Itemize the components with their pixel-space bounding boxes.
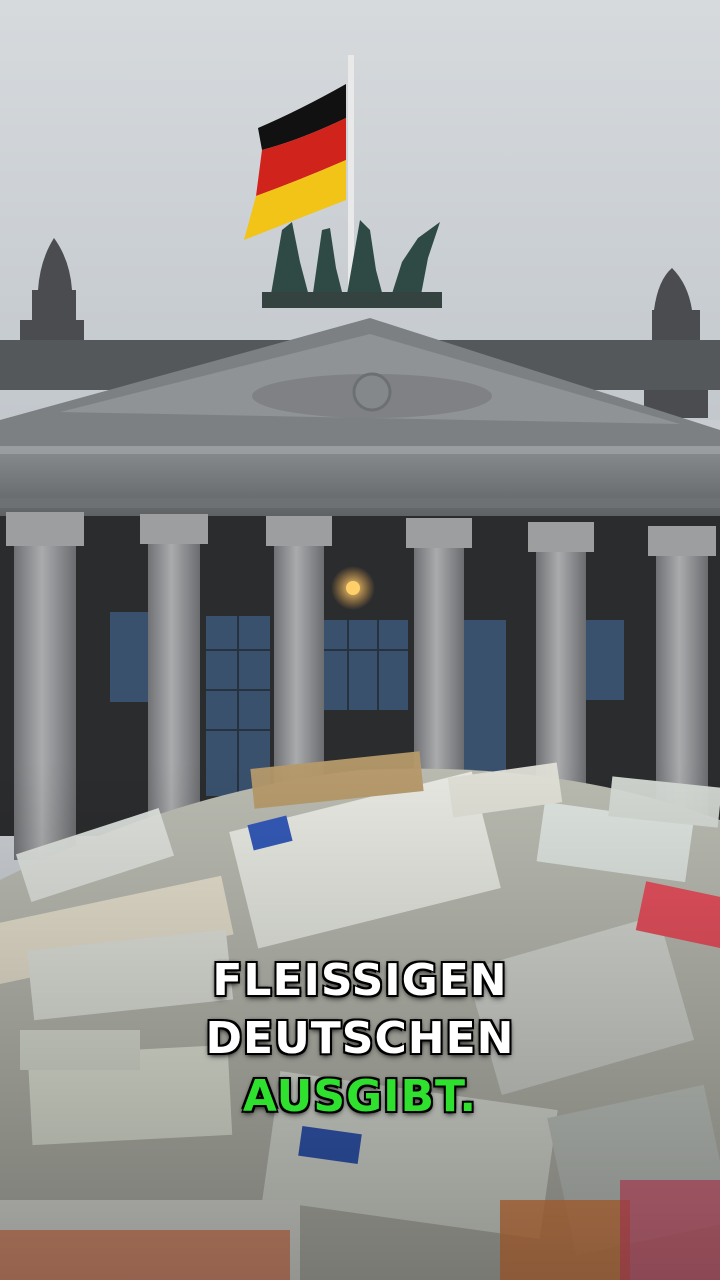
flag-pole [348, 55, 354, 295]
video-frame: FLEISSIGEN DEUTSCHEN AUSGIBT. [0, 0, 720, 1280]
subtitle-caption: FLEISSIGEN DEUTSCHEN AUSGIBT. [0, 952, 720, 1126]
caption-line-3-highlight: AUSGIBT. [242, 1070, 478, 1123]
caption-line-1: FLEISSIGEN [211, 954, 508, 1007]
caption-line-2: DEUTSCHEN [204, 1012, 515, 1065]
